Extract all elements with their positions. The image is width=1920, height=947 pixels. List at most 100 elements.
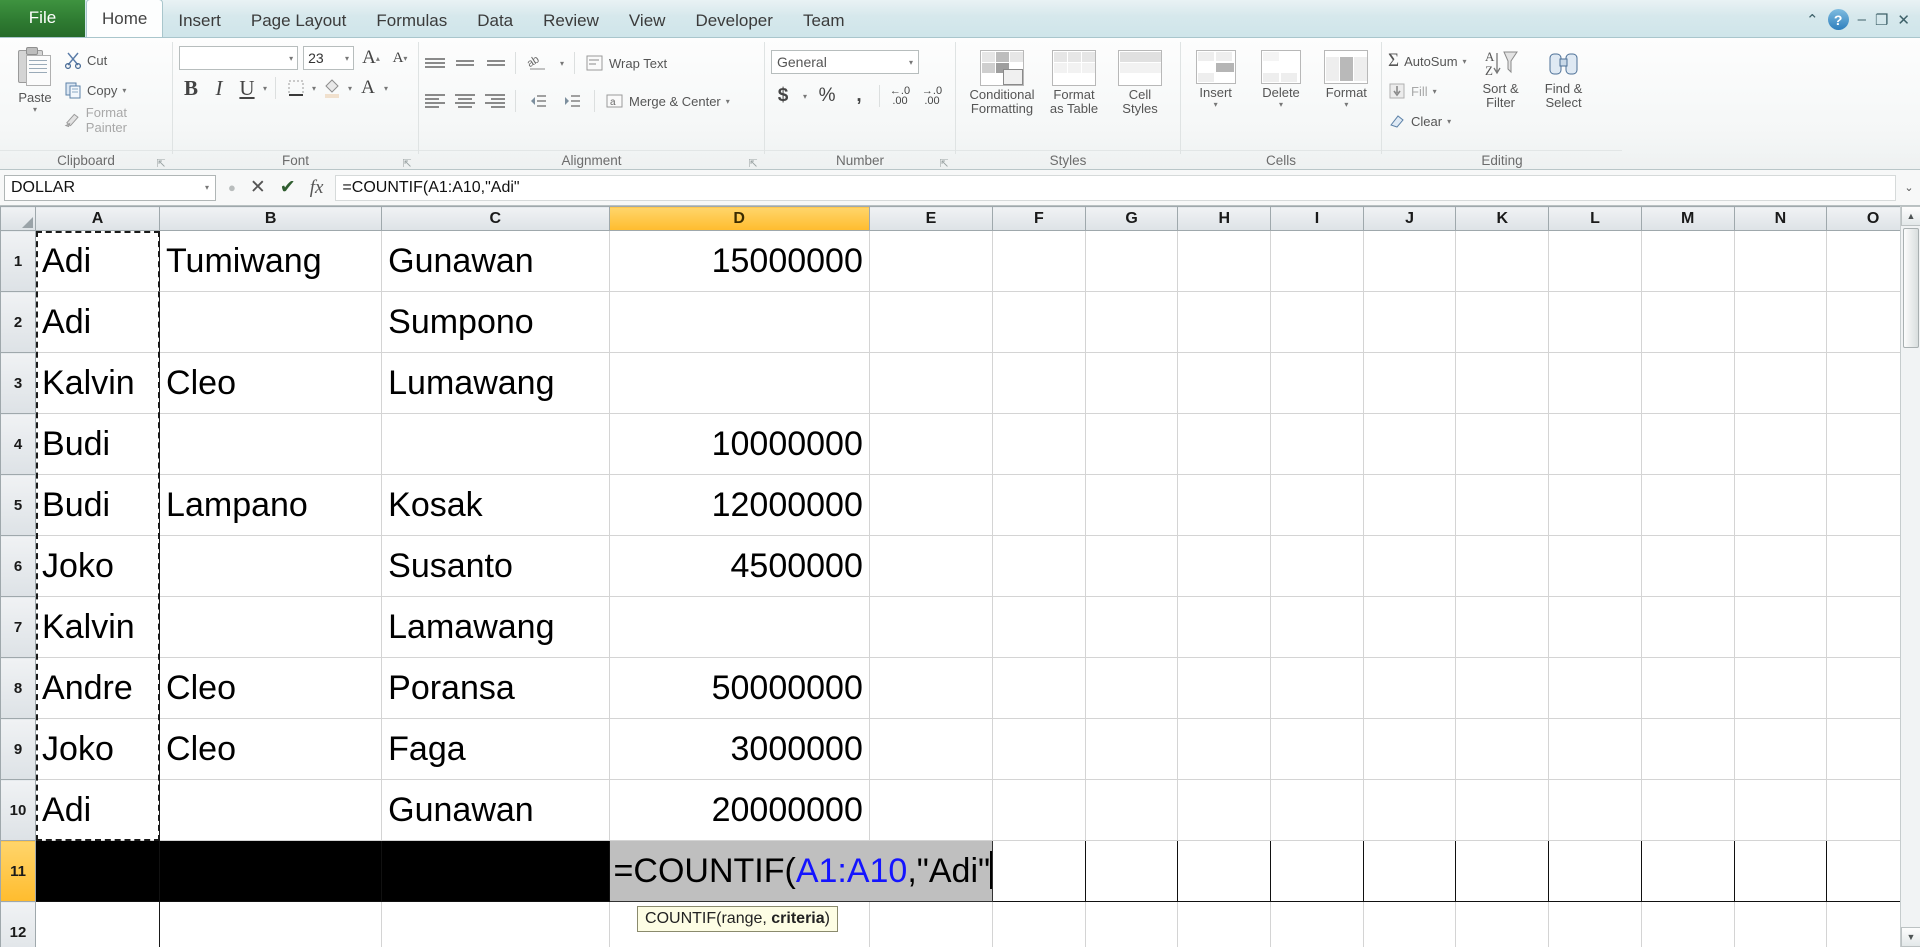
paste-button[interactable]: Paste ▾	[6, 43, 64, 150]
cell-N11[interactable]	[1734, 840, 1828, 902]
cell-D9[interactable]: 3000000	[609, 718, 870, 780]
cell-M4[interactable]	[1641, 413, 1735, 475]
cell-E1[interactable]	[869, 230, 994, 292]
bold-button[interactable]: B	[179, 76, 203, 100]
cell-A5[interactable]: Budi	[35, 474, 161, 536]
cell-C9[interactable]: Faga	[381, 718, 610, 780]
minimize-icon[interactable]: –	[1858, 11, 1866, 28]
cell-A3[interactable]: Kalvin	[35, 352, 161, 414]
cell-L12[interactable]	[1548, 901, 1642, 947]
cell-B8[interactable]: Cleo	[159, 657, 383, 719]
cell-A10[interactable]: Adi	[35, 779, 161, 841]
row-header-12[interactable]: 12	[0, 901, 37, 947]
cell-C12[interactable]	[381, 901, 610, 947]
align-center-button[interactable]	[455, 93, 475, 109]
cell-C11[interactable]	[381, 840, 610, 902]
screentip-criteria[interactable]: criteria	[771, 910, 824, 927]
cell-M1[interactable]	[1641, 230, 1735, 292]
cell-N10[interactable]	[1734, 779, 1828, 841]
row-header-10[interactable]: 10	[0, 779, 37, 841]
restore-icon[interactable]: ❐	[1875, 11, 1888, 29]
fill-button[interactable]: Fill ▾	[1388, 76, 1467, 106]
cell-M8[interactable]	[1641, 657, 1735, 719]
cell-N9[interactable]	[1734, 718, 1828, 780]
cell-G11[interactable]	[1085, 840, 1179, 902]
select-all-button[interactable]	[0, 206, 37, 231]
cell-J6[interactable]	[1363, 535, 1457, 597]
decrease-decimal-button[interactable]: →.0.00	[920, 84, 944, 108]
cell-F1[interactable]	[992, 230, 1086, 292]
cell-G9[interactable]	[1085, 718, 1179, 780]
cell-E12[interactable]	[869, 901, 994, 947]
row-header-4[interactable]: 4	[0, 413, 37, 475]
autosum-chevron-down-icon[interactable]: ▾	[1463, 57, 1467, 66]
shrink-font-button[interactable]: A ▾	[388, 46, 412, 70]
cell-L6[interactable]	[1548, 535, 1642, 597]
cell-J11[interactable]	[1363, 840, 1457, 902]
cell-L4[interactable]	[1548, 413, 1642, 475]
cell-M6[interactable]	[1641, 535, 1735, 597]
row-header-5[interactable]: 5	[0, 474, 37, 536]
cell-G2[interactable]	[1085, 291, 1179, 353]
column-header-l[interactable]: L	[1548, 206, 1642, 231]
cell-A2[interactable]: Adi	[35, 291, 161, 353]
cell-L5[interactable]	[1548, 474, 1642, 536]
cell-D8[interactable]: 50000000	[609, 657, 870, 719]
cell-M5[interactable]	[1641, 474, 1735, 536]
tab-data[interactable]: Data	[462, 4, 528, 37]
cell-M11[interactable]	[1641, 840, 1735, 902]
name-box[interactable]: DOLLAR ▾	[4, 174, 216, 201]
copy-chevron-down-icon[interactable]: ▾	[122, 86, 126, 95]
cell-L11[interactable]	[1548, 840, 1642, 902]
column-header-j[interactable]: J	[1362, 206, 1457, 231]
cell-M12[interactable]	[1641, 901, 1735, 947]
cell-K6[interactable]	[1455, 535, 1550, 597]
row-header-9[interactable]: 9	[0, 718, 37, 780]
column-header-c[interactable]: C	[381, 206, 610, 231]
cell-N1[interactable]	[1734, 230, 1828, 292]
cell-H11[interactable]	[1177, 840, 1272, 902]
borders-chevron-down-icon[interactable]: ▾	[312, 84, 316, 93]
cell-H10[interactable]	[1177, 779, 1272, 841]
row-header-7[interactable]: 7	[0, 596, 37, 658]
cell-E3[interactable]	[869, 352, 994, 414]
cell-A9[interactable]: Joko	[35, 718, 161, 780]
insert-function-button[interactable]: fx	[310, 177, 324, 199]
cell-H5[interactable]	[1177, 474, 1272, 536]
cell-G4[interactable]	[1085, 413, 1179, 475]
cell-C3[interactable]: Lumawang	[381, 352, 610, 414]
cell-H6[interactable]	[1177, 535, 1272, 597]
column-header-m[interactable]: M	[1640, 206, 1735, 231]
decrease-indent-button[interactable]	[526, 89, 550, 113]
cell-D3[interactable]	[609, 352, 870, 414]
font-color-chevron-down-icon[interactable]: ▾	[384, 84, 388, 93]
format-painter-button[interactable]: Format Painter	[64, 105, 166, 135]
cell-J5[interactable]	[1363, 474, 1457, 536]
cell-G3[interactable]	[1085, 352, 1179, 414]
cell-E9[interactable]	[869, 718, 994, 780]
name-box-chevron-down-icon[interactable]: ▾	[205, 183, 209, 192]
cell-F2[interactable]	[992, 291, 1086, 353]
tab-insert[interactable]: Insert	[163, 4, 236, 37]
cell-D10[interactable]: 20000000	[609, 779, 870, 841]
cell-J7[interactable]	[1363, 596, 1457, 658]
cancel-formula-button[interactable]: ✕	[250, 176, 266, 199]
cell-A6[interactable]: Joko	[35, 535, 161, 597]
cell-L10[interactable]	[1548, 779, 1642, 841]
font-color-button[interactable]: A	[356, 76, 380, 100]
cell-E8[interactable]	[869, 657, 994, 719]
cell-J1[interactable]	[1363, 230, 1457, 292]
cell-N8[interactable]	[1734, 657, 1828, 719]
cell-K2[interactable]	[1455, 291, 1550, 353]
column-header-k[interactable]: K	[1455, 206, 1550, 231]
cell-G8[interactable]	[1085, 657, 1179, 719]
cell-I4[interactable]	[1270, 413, 1364, 475]
tab-formulas[interactable]: Formulas	[361, 4, 462, 37]
cell-I2[interactable]	[1270, 291, 1364, 353]
font-name-box[interactable]: ▾	[179, 46, 299, 70]
cell-C4[interactable]	[381, 413, 610, 475]
autosum-button[interactable]: Σ AutoSum ▾	[1388, 46, 1467, 76]
find-select-button[interactable]: Find & Select	[1535, 44, 1593, 150]
cell-H1[interactable]	[1177, 230, 1272, 292]
cell-H8[interactable]	[1177, 657, 1272, 719]
